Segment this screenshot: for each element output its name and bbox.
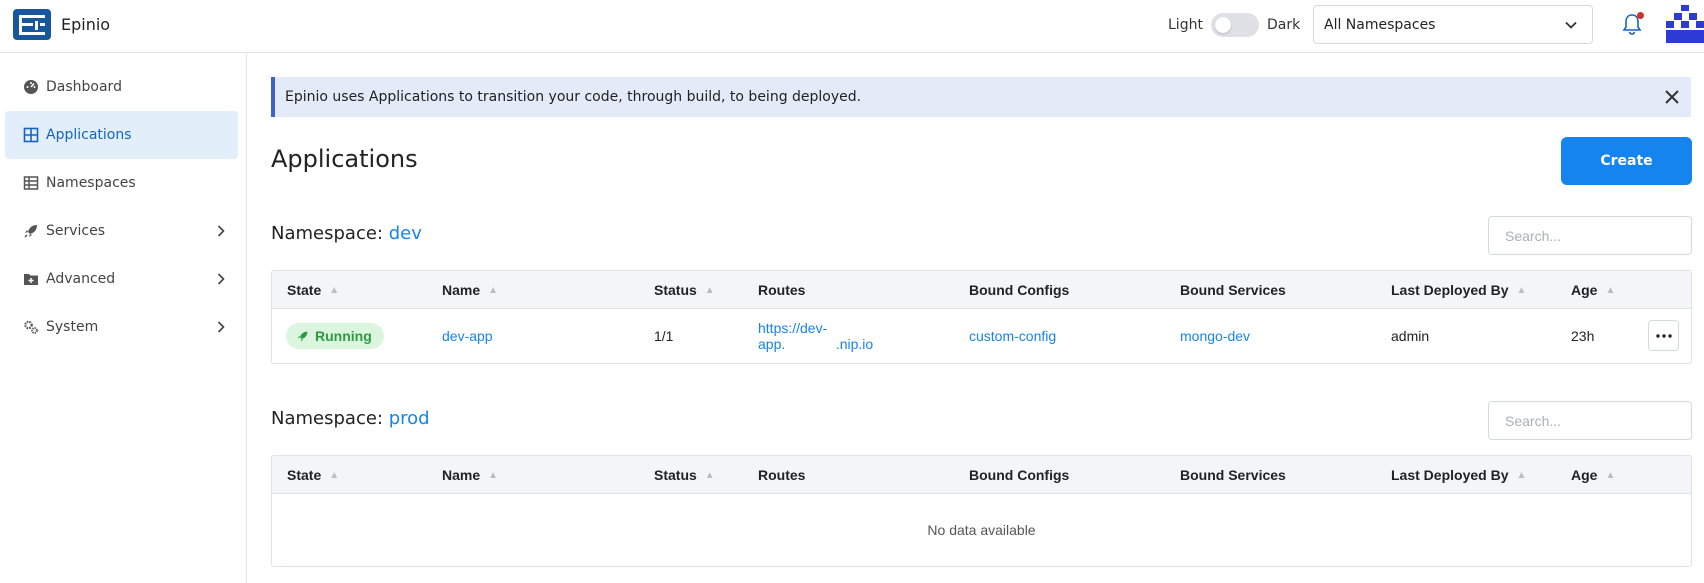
namespace-select[interactable]: All Namespaces bbox=[1313, 5, 1593, 44]
rocket-icon bbox=[24, 225, 37, 238]
sort-icon: ▲ bbox=[329, 284, 340, 296]
table-icon bbox=[23, 176, 39, 190]
sort-icon: ▲ bbox=[1516, 284, 1527, 296]
theme-switch[interactable] bbox=[1210, 13, 1259, 37]
sidebar-item-system[interactable]: System bbox=[5, 303, 238, 351]
epinio-logo-icon bbox=[13, 9, 51, 40]
status-badge: Running bbox=[286, 323, 384, 349]
sidebar-item-services[interactable]: Services bbox=[5, 207, 238, 255]
cell-age: 23h bbox=[1571, 328, 1595, 344]
sidebar-item-label: Applications bbox=[46, 127, 132, 143]
column-header-routes: Routes bbox=[758, 467, 806, 483]
close-icon[interactable] bbox=[1663, 88, 1681, 106]
sidebar-item-advanced[interactable]: Advanced bbox=[5, 255, 238, 303]
theme-toggle: Light Dark bbox=[1168, 13, 1300, 37]
cell-last-deployed-by: admin bbox=[1391, 328, 1430, 344]
brand-name: Epinio bbox=[61, 15, 111, 34]
namespace-link-prod[interactable]: prod bbox=[389, 408, 430, 429]
sort-icon: ▲ bbox=[1605, 469, 1616, 481]
column-header-last-deployed-by[interactable]: Last Deployed By ▲ bbox=[1391, 456, 1526, 494]
switch-knob bbox=[1214, 17, 1231, 33]
notifications-bell-icon[interactable] bbox=[1621, 12, 1645, 38]
namespace-heading-label: Namespace: bbox=[271, 408, 383, 429]
sidebar-item-label: Services bbox=[46, 223, 106, 239]
info-banner-text: Epinio uses Applications to transition y… bbox=[285, 89, 862, 105]
sort-icon: ▲ bbox=[488, 284, 499, 296]
sidebar-item-label: System bbox=[46, 319, 99, 335]
applications-table-prod: State ▲ Name ▲ Status ▲ Routes Bound Config… bbox=[271, 455, 1692, 567]
cell-routes: https://dev- app. .nip.io bbox=[758, 309, 873, 363]
table-row: Running dev-app 1/1 https://dev- app. .n… bbox=[272, 309, 1691, 363]
column-header-name[interactable]: Name ▲ bbox=[442, 456, 498, 494]
sidebar: Dashboard Applications Namespaces Servic… bbox=[0, 53, 247, 583]
route-link[interactable]: https://dev- app. .nip.io bbox=[758, 320, 873, 352]
cell-name-link[interactable]: dev-app bbox=[442, 309, 493, 363]
column-header-bound-configs: Bound Configs bbox=[969, 282, 1070, 298]
column-header-name[interactable]: Name ▲ bbox=[442, 271, 498, 309]
chevron-right-icon bbox=[217, 321, 225, 333]
route-line: app. .nip.io bbox=[758, 336, 874, 352]
applications-table-dev: State ▲ Name ▲ Status ▲ Routes Bound Config… bbox=[271, 270, 1692, 364]
empty-state: No data available bbox=[927, 522, 1036, 538]
row-actions-button[interactable] bbox=[1648, 320, 1679, 351]
chevron-right-icon bbox=[217, 225, 225, 237]
brand[interactable]: Epinio bbox=[13, 9, 110, 40]
namespace-heading-dev: Namespace: dev bbox=[271, 223, 422, 244]
theme-dark-label: Dark bbox=[1266, 17, 1301, 33]
cell-bound-config-link[interactable]: custom-config bbox=[969, 309, 1056, 363]
column-header-age[interactable]: Age ▲ bbox=[1571, 456, 1615, 494]
column-header-bound-configs: Bound Configs bbox=[969, 467, 1070, 483]
cell-status: 1/1 bbox=[654, 328, 674, 344]
namespace-link-dev[interactable]: dev bbox=[389, 223, 422, 244]
sidebar-item-namespaces[interactable]: Namespaces bbox=[5, 159, 238, 207]
column-header-state[interactable]: State ▲ bbox=[287, 271, 339, 309]
column-header-bound-services: Bound Services bbox=[1180, 282, 1286, 298]
column-header-status[interactable]: Status ▲ bbox=[654, 456, 715, 494]
column-header-status[interactable]: Status ▲ bbox=[654, 271, 715, 309]
rocket-icon bbox=[297, 331, 308, 341]
sidebar-item-applications[interactable]: Applications bbox=[5, 111, 238, 159]
search-input-dev[interactable] bbox=[1488, 216, 1692, 255]
cell-bound-service-link[interactable]: mongo-dev bbox=[1180, 309, 1250, 363]
page-title: Applications bbox=[271, 145, 418, 173]
column-header-routes: Routes bbox=[758, 282, 806, 298]
create-button[interactable]: Create bbox=[1561, 137, 1692, 185]
column-header-bound-services: Bound Services bbox=[1180, 467, 1286, 483]
search-input-prod[interactable] bbox=[1488, 401, 1692, 440]
namespace-heading-label: Namespace: bbox=[271, 223, 383, 244]
column-header-last-deployed-by[interactable]: Last Deployed By ▲ bbox=[1391, 271, 1526, 309]
sort-icon: ▲ bbox=[704, 284, 715, 296]
user-avatar[interactable] bbox=[1666, 5, 1704, 43]
sort-icon: ▲ bbox=[1516, 469, 1527, 481]
more-horizontal-icon bbox=[1655, 333, 1672, 338]
top-bar: Epinio Light Dark All Namespaces bbox=[0, 0, 1704, 53]
notification-dot bbox=[1637, 12, 1644, 19]
namespace-heading-prod: Namespace: prod bbox=[271, 408, 430, 429]
cell-state: Running bbox=[286, 309, 384, 363]
sort-icon: ▲ bbox=[1605, 284, 1616, 296]
chevron-down-icon bbox=[1565, 21, 1577, 29]
table-header: State ▲ Name ▲ Status ▲ Routes Bound Config… bbox=[272, 271, 1691, 309]
column-header-state[interactable]: State ▲ bbox=[287, 456, 339, 494]
sidebar-item-label: Namespaces bbox=[46, 175, 136, 191]
sidebar-item-label: Dashboard bbox=[46, 79, 122, 95]
grid-icon bbox=[23, 127, 39, 143]
table-header: State ▲ Name ▲ Status ▲ Routes Bound Config… bbox=[272, 456, 1691, 494]
namespace-select-value: All Namespaces bbox=[1324, 16, 1436, 33]
sort-icon: ▲ bbox=[329, 469, 340, 481]
gears-icon bbox=[24, 320, 38, 334]
sidebar-item-dashboard[interactable]: Dashboard bbox=[5, 63, 238, 111]
dashboard-icon bbox=[24, 80, 38, 94]
sort-icon: ▲ bbox=[488, 469, 499, 481]
sort-icon: ▲ bbox=[704, 469, 715, 481]
route-line: https://dev- bbox=[758, 320, 828, 336]
info-banner: Epinio uses Applications to transition y… bbox=[271, 77, 1691, 117]
theme-light-label: Light bbox=[1168, 17, 1203, 33]
status-badge-label: Running bbox=[315, 328, 372, 344]
sidebar-item-label: Advanced bbox=[46, 271, 116, 287]
column-header-age[interactable]: Age ▲ bbox=[1571, 271, 1615, 309]
chevron-right-icon bbox=[217, 273, 225, 285]
folder-plus-icon bbox=[24, 274, 38, 285]
